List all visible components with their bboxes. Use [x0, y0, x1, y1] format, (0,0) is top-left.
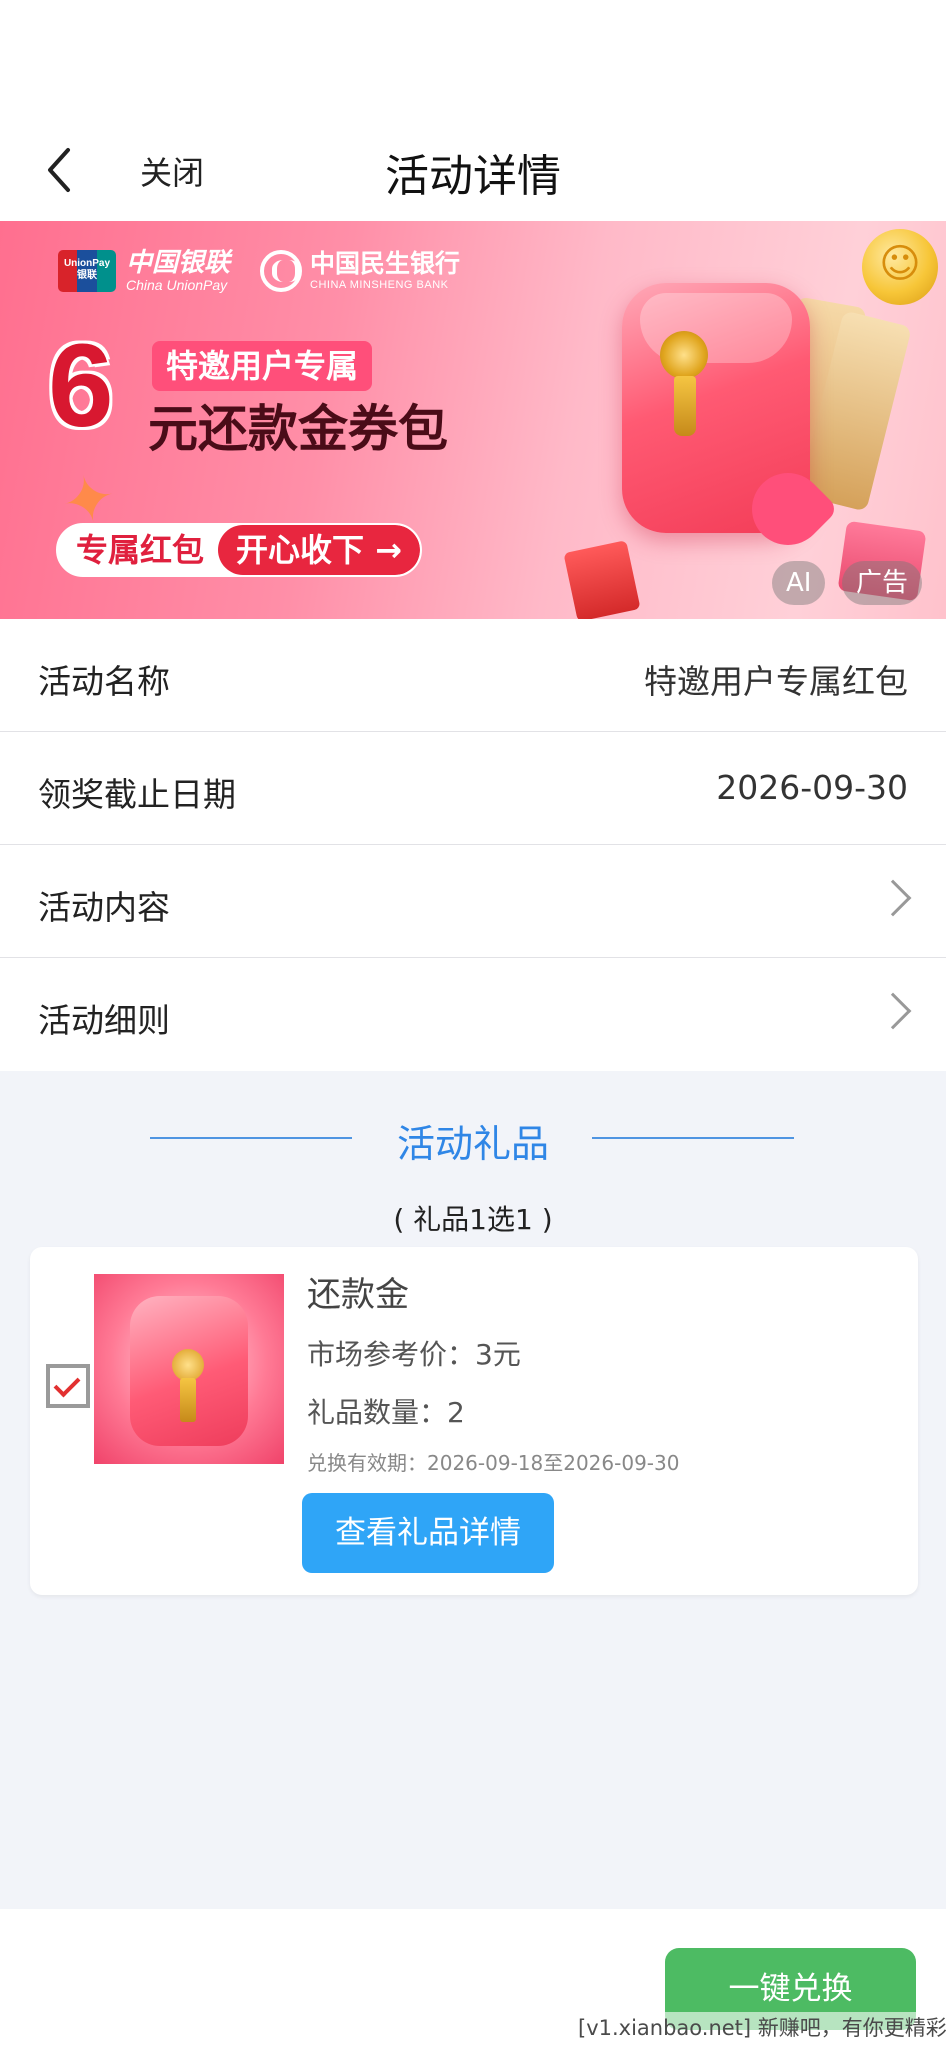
- info-row-activity-content[interactable]: 活动内容: [0, 845, 946, 958]
- banner-headline: 元还款金券包: [148, 400, 448, 458]
- row-value: 2026-09-30: [716, 768, 908, 807]
- minsheng-name-cn: 中国民生银行: [310, 249, 461, 278]
- info-row-deadline: 领奖截止日期 2026-09-30: [0, 732, 946, 845]
- bow-icon: [660, 331, 708, 379]
- info-row-activity-rules[interactable]: 活动细则: [0, 958, 946, 1071]
- shopping-bag-icon: [563, 540, 641, 619]
- ai-badge: AI: [772, 561, 826, 605]
- row-value: 特邀用户专属红包: [644, 662, 908, 701]
- gift-name: 还款金: [307, 1275, 409, 1315]
- watermark-text: [v1.xianbao.net] 新赚吧，有你更精彩！: [578, 2012, 946, 2042]
- activity-info-list: 活动名称 特邀用户专属红包 领奖截止日期 2026-09-30 活动内容 活动细…: [0, 619, 946, 1071]
- info-row-activity-name: 活动名称 特邀用户专属红包: [0, 619, 946, 732]
- page: 关闭 活动详情 UnionPay 银联 中国银联 China UnionPay …: [0, 0, 946, 2048]
- invite-tag: 特邀用户专属: [152, 341, 373, 391]
- gift-checkbox[interactable]: [46, 1364, 90, 1408]
- banner-cta-right: 开心收下 →: [218, 525, 420, 575]
- minsheng-brand: 中国民生银行 CHINA MINSHENG BANK: [310, 250, 460, 292]
- minsheng-logo-icon: [260, 250, 303, 292]
- row-label: 活动内容: [38, 888, 170, 927]
- banner-amount: 6: [48, 320, 114, 452]
- gift-section-title: 活动礼品: [396, 1122, 549, 1166]
- chevron-right-icon: [874, 992, 912, 1030]
- top-nav-bar: 关闭 活动详情: [0, 0, 946, 221]
- view-gift-detail-button[interactable]: 查看礼品详情: [302, 1493, 554, 1573]
- gift-thumbnail: [94, 1274, 284, 1464]
- tassel-icon: [674, 376, 696, 436]
- bank-logos: UnionPay 银联 中国银联 China UnionPay 中国民生银行 C…: [58, 249, 460, 293]
- row-label: 领奖截止日期: [38, 775, 236, 814]
- page-title: 活动详情: [385, 151, 561, 202]
- banner-cta[interactable]: 专属红包 开心收下 →: [56, 523, 422, 577]
- chevron-right-icon: [874, 879, 912, 917]
- coin-icon: [862, 229, 938, 305]
- gift-price: 市场参考价：3元: [307, 1338, 521, 1371]
- unionpay-logo-icon: UnionPay 银联: [58, 250, 116, 292]
- gift-quantity: 礼品数量：2: [307, 1396, 465, 1429]
- bow-icon: [172, 1349, 204, 1381]
- row-label: 活动名称: [38, 662, 170, 701]
- tassel-icon: [180, 1378, 196, 1422]
- row-label: 活动细则: [38, 1001, 170, 1040]
- ad-badge: 广告: [842, 561, 923, 605]
- unionpay-name-cn: 中国银联: [126, 248, 231, 278]
- gift-card: 还款金 市场参考价：3元 礼品数量：2 兑换有效期：2026-09-18至202…: [30, 1247, 918, 1595]
- gift-validity: 兑换有效期：2026-09-18至2026-09-30: [307, 1451, 680, 1475]
- unionpay-name-en: China UnionPay: [126, 277, 228, 293]
- section-divider-right: [592, 1137, 794, 1139]
- banner-cta-left: 专属红包: [76, 531, 205, 569]
- unionpay-brand: 中国银联 China UnionPay: [126, 249, 230, 293]
- minsheng-name-en: CHINA MINSHENG BANK: [310, 279, 449, 291]
- gift-subtitle: ( 礼品1选1 ): [393, 1203, 553, 1236]
- promo-banner[interactable]: UnionPay 银联 中国银联 China UnionPay 中国民生银行 C…: [0, 221, 946, 619]
